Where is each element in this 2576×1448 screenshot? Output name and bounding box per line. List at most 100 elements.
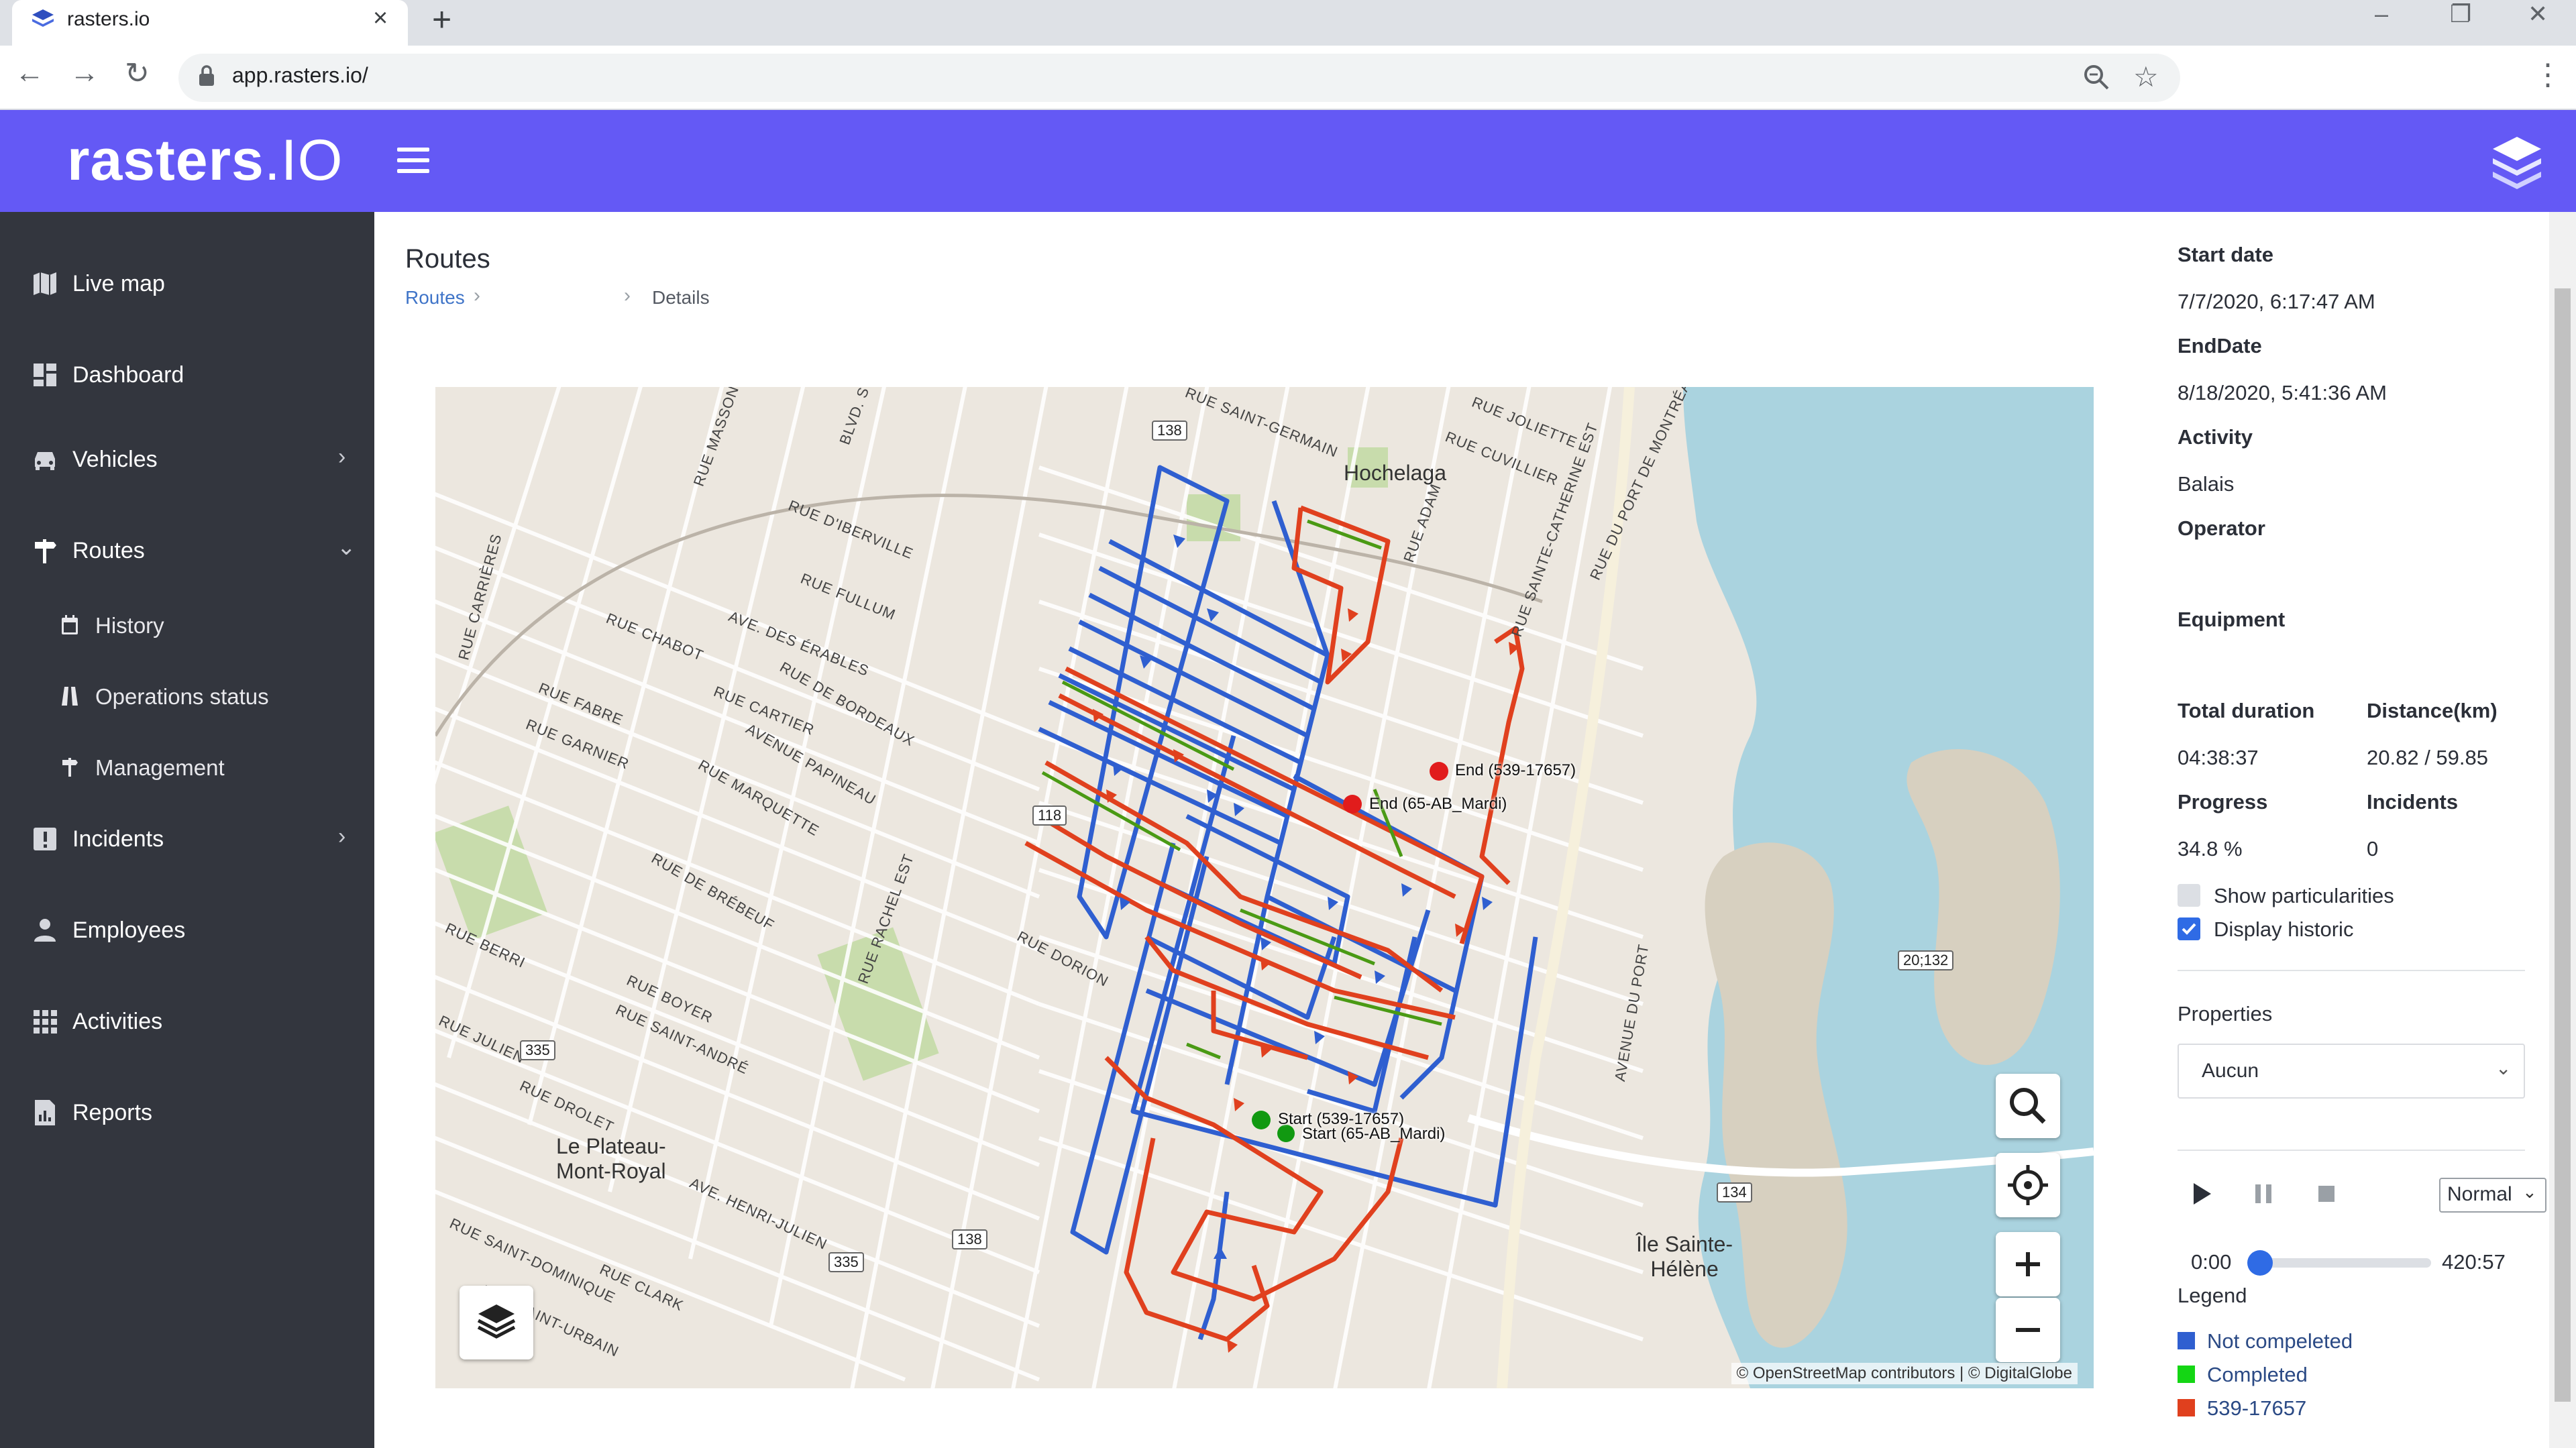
url-text: app.rasters.io/	[232, 63, 368, 87]
stop-icon[interactable]	[2316, 1183, 2337, 1205]
page-title: Routes	[405, 244, 490, 274]
zoom-in-button[interactable]	[1996, 1232, 2060, 1296]
chevron-right-icon: ›	[338, 824, 346, 849]
breadcrumb-current: Details	[652, 287, 710, 308]
legend-swatch-539-17657	[2178, 1399, 2195, 1416]
sidebar-item-reports[interactable]: Reports	[0, 1082, 374, 1143]
legend-label-not-completed: Not compeleted	[2207, 1329, 2353, 1353]
divider	[2178, 970, 2525, 971]
map-icon	[34, 272, 56, 295]
address-bar[interactable]	[178, 54, 2180, 102]
chevron-down-icon: ⌄	[2496, 1058, 2512, 1078]
alert-icon	[34, 828, 56, 850]
breadcrumb-separator-icon: ›	[624, 284, 631, 307]
page-scrollbar-thumb[interactable]	[2555, 288, 2571, 1402]
legend-label-completed: Completed	[2207, 1363, 2308, 1386]
sidebar-item-label: Management	[95, 755, 225, 780]
sidebar-item-dashboard[interactable]: Dashboard	[0, 345, 374, 405]
activity-label: Activity	[2178, 425, 2253, 449]
lock-icon	[199, 65, 214, 86]
hamburger-menu-icon[interactable]	[397, 148, 429, 173]
place-label: Le Plateau- Mont-Royal	[556, 1134, 666, 1183]
sidebar-item-management[interactable]: Management	[0, 742, 374, 795]
route-shield: 118	[1032, 805, 1067, 826]
total-duration-value: 04:38:37	[2178, 746, 2259, 769]
properties-select-value: Aucun	[2202, 1060, 2259, 1082]
sidebar-item-history[interactable]: History	[0, 600, 374, 653]
distance-label: Distance(km)	[2367, 699, 2498, 722]
bookmark-star-icon[interactable]: ☆	[2133, 60, 2159, 93]
distance-value: 20.82 / 59.85	[2367, 746, 2488, 769]
sidebar-item-incidents[interactable]: Incidents ›	[0, 809, 374, 869]
equipment-label: Equipment	[2178, 608, 2286, 631]
pause-icon[interactable]	[2253, 1182, 2274, 1206]
new-tab-icon[interactable]: +	[432, 0, 451, 39]
sidebar-item-label: Operations status	[95, 684, 269, 709]
display-historic-label[interactable]: Display historic	[2214, 917, 2353, 942]
place-label: Île Sainte- Hélène	[1636, 1232, 1733, 1281]
route-shield: 138	[952, 1229, 987, 1249]
progress-label: Progress	[2178, 790, 2268, 814]
playback-slider-thumb[interactable]	[2247, 1250, 2273, 1276]
show-particularities-checkbox[interactable]	[2178, 884, 2200, 907]
display-historic-checkbox[interactable]	[2178, 917, 2200, 940]
tab-title: rasters.io	[67, 8, 150, 30]
minimize-icon[interactable]: –	[2375, 0, 2388, 28]
activity-value: Balais	[2178, 472, 2235, 496]
start-date-label: Start date	[2178, 243, 2273, 266]
incidents-value: 0	[2367, 837, 2379, 860]
sidebar-item-vehicles[interactable]: Vehicles ›	[0, 429, 374, 490]
sidebar-item-label: Live map	[72, 271, 165, 296]
grid-icon	[34, 1010, 57, 1034]
sidebar-item-label: Dashboard	[72, 362, 184, 388]
zoom-search-button[interactable]	[1996, 1074, 2060, 1138]
reload-icon[interactable]: ↻	[125, 56, 150, 91]
zoom-in-icon	[2016, 1252, 2040, 1276]
layers-icon	[477, 1304, 516, 1339]
road-icon	[62, 687, 78, 706]
sidebar-item-label: Reports	[72, 1100, 153, 1125]
forward-icon[interactable]: →	[70, 56, 99, 90]
close-tab-icon[interactable]: ×	[373, 4, 388, 33]
route-shield: 335	[520, 1040, 555, 1060]
restore-icon[interactable]: ❐	[2450, 0, 2471, 28]
window-close-icon[interactable]: ✕	[2528, 0, 2548, 28]
end-label-65ab: End (65-AB_Mardi)	[1369, 795, 1507, 813]
show-particularities-label[interactable]: Show particularities	[2214, 884, 2394, 908]
app-logo[interactable]: rasters.IO	[67, 127, 343, 194]
breadcrumb-separator-icon: ›	[474, 284, 480, 307]
signpost-icon	[62, 758, 78, 777]
sidebar-item-label: Incidents	[72, 826, 164, 852]
sidebar-item-routes[interactable]: Routes ⌄	[0, 520, 374, 581]
back-icon[interactable]: ←	[15, 56, 44, 90]
calendar-icon	[62, 615, 78, 634]
zoom-icon[interactable]	[2082, 63, 2110, 91]
zoom-out-button[interactable]	[1996, 1298, 2060, 1362]
sidebar-item-operations-status[interactable]: Operations status	[0, 671, 374, 724]
end-marker-539	[1430, 762, 1448, 781]
map-attribution[interactable]: © OpenStreetMap contributors | © Digital…	[1731, 1363, 2078, 1384]
locate-button[interactable]	[1996, 1153, 2060, 1217]
car-icon	[35, 452, 55, 470]
total-duration-label: Total duration	[2178, 699, 2315, 722]
route-map[interactable]: Hochelaga Le Plateau- Mont-Royal Île Sai…	[435, 387, 2094, 1388]
layers-button[interactable]	[460, 1286, 533, 1359]
playback-slider-track[interactable]	[2259, 1258, 2431, 1268]
speed-select-value: Normal	[2447, 1183, 2512, 1205]
route-shield: 134	[1717, 1182, 1752, 1203]
playback-end-time: 420:57	[2442, 1250, 2506, 1274]
sidebar-item-live-map[interactable]: Live map	[0, 254, 374, 314]
properties-label: Properties	[2178, 1002, 2273, 1025]
sidebar-item-label: Employees	[72, 917, 186, 943]
sidebar-item-activities[interactable]: Activities	[0, 991, 374, 1052]
zoom-search-icon	[2010, 1088, 2046, 1124]
route-shield: 138	[1152, 421, 1187, 441]
browser-menu-icon[interactable]: ⋮	[2533, 58, 2563, 92]
play-icon[interactable]	[2190, 1180, 2214, 1207]
favicon-icon	[32, 9, 54, 27]
breadcrumb-routes-link[interactable]: Routes	[405, 287, 465, 309]
layers-logo-icon[interactable]	[2490, 134, 2544, 190]
legend-label-539-17657: 539-17657	[2207, 1396, 2307, 1420]
sidebar-item-employees[interactable]: Employees	[0, 900, 374, 960]
sidebar-item-label: Routes	[72, 538, 145, 563]
